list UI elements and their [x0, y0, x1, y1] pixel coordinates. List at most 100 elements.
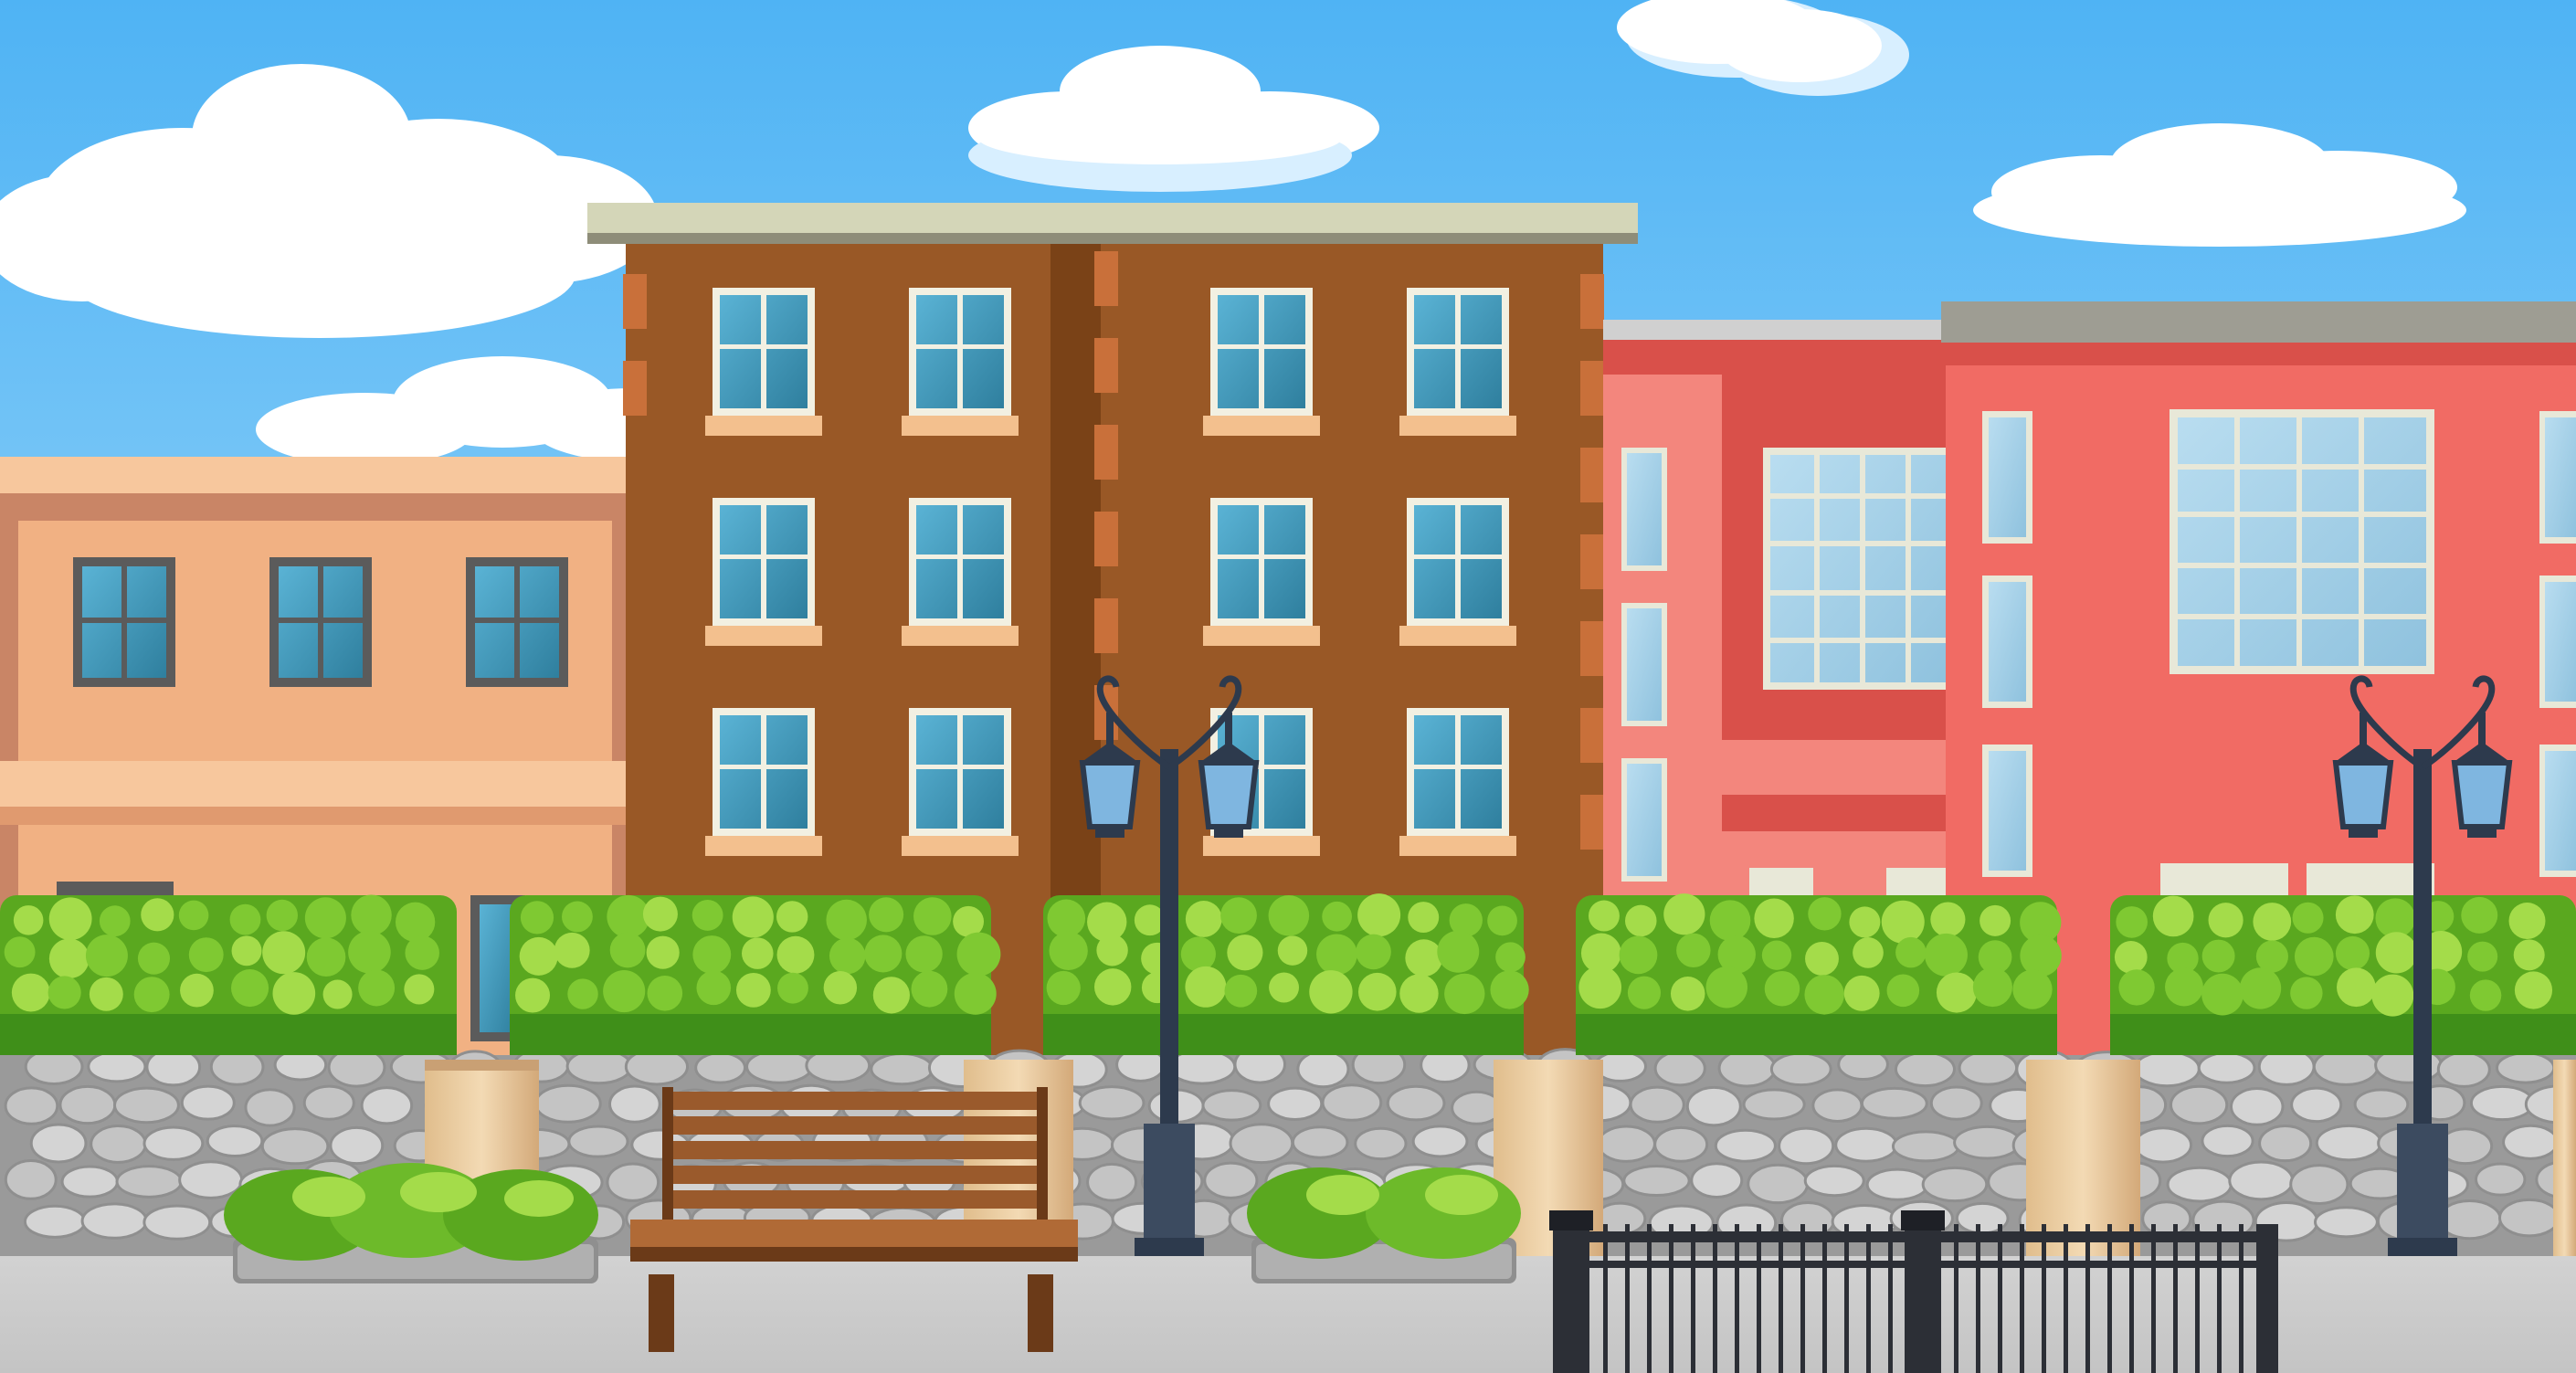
wall-stone: [206, 1125, 264, 1157]
brown-window: [902, 708, 1019, 856]
wall-stone: [567, 1125, 629, 1158]
bench-backrest: [667, 1092, 1041, 1209]
wall-stone: [2290, 1086, 2343, 1124]
fence-bar: [1603, 1224, 1608, 1373]
wall-stone: [1717, 1049, 1777, 1088]
fence-bar: [1691, 1224, 1695, 1373]
fence-bar: [1669, 1224, 1673, 1373]
fence-bar: [2085, 1224, 2090, 1373]
wall-stone: [1811, 1088, 1863, 1123]
hedge: [1576, 893, 2062, 1055]
fence-bar: [1757, 1224, 1761, 1373]
wall-stone: [1742, 1088, 1806, 1121]
fence-bar: [1647, 1224, 1652, 1373]
wall-stone: [1596, 1125, 1656, 1163]
wall-stone: [1386, 1084, 1446, 1122]
fence-bar: [1844, 1224, 1849, 1373]
hedges: [0, 893, 2576, 1055]
wall-stone: [1203, 1161, 1259, 1199]
wall-stone: [1860, 1086, 1928, 1120]
wall-stone: [87, 1050, 147, 1083]
fence-bar: [1954, 1224, 1958, 1373]
wall-stone: [606, 1162, 660, 1202]
wall-stone: [2201, 1124, 2254, 1158]
planter-center: [1247, 1167, 1521, 1283]
hedge: [510, 894, 1001, 1055]
hedge: [0, 894, 457, 1055]
wall-stone: [1086, 1162, 1138, 1202]
wall-stone: [1267, 1086, 1324, 1122]
wall-stone: [2170, 1084, 2229, 1125]
fence-bar: [2064, 1224, 2068, 1373]
wall-stone: [694, 1051, 746, 1084]
fence-bar: [2173, 1224, 2178, 1373]
wall-stone: [2502, 1124, 2560, 1160]
wall-stone: [2436, 1051, 2491, 1088]
wall-stone: [60, 1165, 119, 1199]
wall-stone: [143, 1125, 205, 1161]
wall-stone: [2230, 1086, 2285, 1126]
brown-window: [902, 288, 1019, 436]
wall-stone: [1894, 1051, 1956, 1088]
wall-stone: [2141, 1200, 2192, 1238]
hedge: [1043, 893, 1529, 1055]
brown-window: [902, 498, 1019, 646]
brown-window: [705, 708, 822, 856]
wall-stone: [1778, 1126, 1835, 1166]
fence-bar: [1866, 1224, 1871, 1373]
brown-window: [1203, 498, 1320, 646]
wall-stone: [113, 1086, 180, 1125]
brown-window: [1399, 708, 1516, 856]
hedge: [2110, 895, 2576, 1055]
wall-stone: [2197, 1051, 2256, 1084]
fence-bar: [2042, 1224, 2046, 1373]
wall-stone: [23, 1204, 87, 1239]
wall-stone: [115, 1165, 183, 1199]
fence-bar: [1800, 1224, 1805, 1373]
wall-stone: [1167, 1049, 1237, 1085]
wall-stone: [1653, 1125, 1709, 1163]
wall-stone: [1690, 1162, 1744, 1199]
fence-bar: [1779, 1224, 1783, 1373]
wall-stone: [1921, 1166, 1989, 1203]
wall-stone: [1354, 1126, 1408, 1161]
wall-stone: [58, 1084, 117, 1125]
wall-stone: [360, 1086, 414, 1125]
fence-bar: [1888, 1224, 1893, 1373]
wall-stone: [1629, 1085, 1685, 1124]
fence-bar: [2195, 1224, 2200, 1373]
wall-stone: [1769, 1051, 1832, 1087]
fence-bar: [2217, 1224, 2222, 1373]
wall-stone: [608, 1084, 661, 1124]
wall-stone: [1958, 1050, 2019, 1086]
brown-window: [1399, 288, 1516, 436]
wall-stone: [1803, 1164, 1865, 1198]
wall-stone: [2495, 1051, 2556, 1084]
wall-stone: [2166, 1166, 2233, 1203]
wall-stone: [2133, 1126, 2193, 1164]
wall-stone: [29, 1123, 88, 1164]
street-scene: [0, 0, 2576, 1373]
fence-bar: [2239, 1224, 2243, 1373]
wall-stone: [2497, 1198, 2560, 1238]
wall-stone: [2475, 1162, 2527, 1197]
wall-stone: [80, 1202, 148, 1240]
wall-stone: [1929, 1085, 1983, 1121]
wall-stone: [1411, 1125, 1469, 1158]
wall-stone: [329, 1125, 385, 1166]
wall-stone: [180, 1084, 236, 1121]
fence-bar: [1713, 1224, 1717, 1373]
wall-stone: [1747, 1163, 1810, 1205]
wall-stone: [178, 1160, 244, 1199]
fence-bar: [1998, 1224, 2002, 1373]
wall-stone: [260, 1127, 330, 1166]
wall-stone: [1229, 1123, 1294, 1165]
fence-bar: [2151, 1224, 2156, 1373]
wall-stone: [302, 1084, 355, 1121]
wall-stone: [143, 1204, 212, 1241]
wall-stone: [90, 1124, 147, 1164]
fence-bar: [1976, 1224, 1980, 1373]
wall-stone: [1201, 1089, 1262, 1122]
fence-bar: [2129, 1224, 2134, 1373]
wall-stone: [2353, 1088, 2410, 1121]
